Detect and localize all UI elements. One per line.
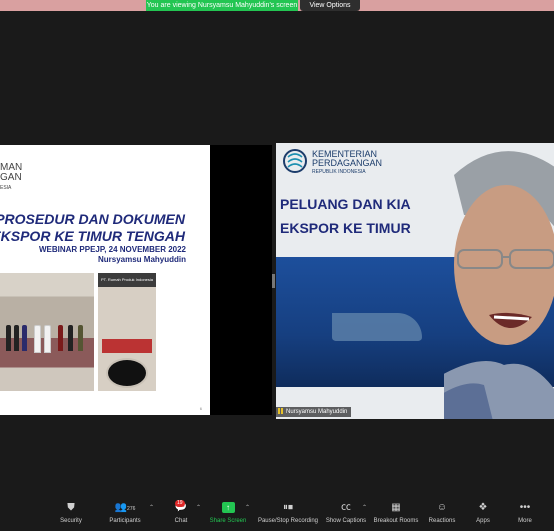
viewing-indicator: You are viewing Nursyamsu Mahyuddin's sc… (146, 0, 298, 11)
apps-icon: ❖ (478, 502, 488, 513)
slide-logo: MAN GAN ESIA (0, 162, 23, 192)
chevron-up-icon[interactable]: ⌃ (245, 504, 250, 511)
chat-badge: 19 (175, 500, 185, 507)
participants-button[interactable]: 👥276 Participants (104, 502, 146, 525)
pause-stop-recording-button[interactable]: ⏸⏹ Pause/Stop Recording (256, 502, 320, 525)
breakout-rooms-button[interactable]: ▦ Breakout Rooms (372, 502, 420, 525)
participant-video[interactable]: KEMENTERIAN PERDAGANGAN REPUBLIK INDONES… (276, 143, 554, 419)
ministry-logo-icon (283, 149, 307, 173)
chevron-up-icon[interactable]: ⌃ (362, 504, 367, 511)
chat-button[interactable]: 💬 19 Chat (168, 500, 194, 525)
meeting-toolbar: ⛊ Security 👥276 Participants ⌃ 💬 19 Chat … (0, 494, 554, 531)
chevron-up-icon[interactable]: ⌃ (196, 504, 201, 511)
more-icon: ••• (519, 502, 531, 513)
security-button[interactable]: ⛊ Security (56, 502, 86, 525)
slide-title: PROSEDUR DAN DOKUMEN EKSPOR KE TIMUR TEN… (0, 211, 185, 244)
slide-subtitle: WEBINAR PPEJP, 24 NOVEMBER 2022 Nursyams… (38, 245, 186, 264)
share-screen-button[interactable]: ↑ Share Screen (206, 502, 250, 525)
breakout-rooms-icon: ▦ (391, 502, 401, 513)
background-text-2: EKSPOR KE TIMUR (280, 220, 411, 236)
letterbox (210, 145, 272, 415)
shared-slide: MAN GAN ESIA PROSEDUR DAN DOKUMEN EKSPOR… (0, 145, 210, 415)
apps-button[interactable]: ❖ Apps (472, 502, 494, 525)
view-options-button[interactable]: View Options (300, 0, 360, 11)
slide-page-number: 6 (199, 406, 202, 411)
signal-bars-icon (278, 408, 284, 414)
group-photo (0, 273, 94, 391)
split-view-divider[interactable] (272, 274, 275, 288)
reactions-icon: ☺ (436, 502, 448, 513)
shield-icon: ⛊ (67, 502, 75, 513)
reactions-button[interactable]: ☺ Reactions (426, 502, 458, 525)
share-arrow-icon: ↑ (221, 502, 235, 513)
participants-icon: 👥276 (114, 502, 136, 513)
top-banner: You are viewing Nursyamsu Mahyuddin's sc… (0, 0, 554, 11)
ministry-name: KEMENTERIAN PERDAGANGAN REPUBLIK INDONES… (312, 149, 383, 176)
presenter-image (444, 151, 554, 419)
booth-photo: PT. Rumah Produk Indonesia (98, 273, 156, 391)
pause-stop-icon: ⏸⏹ (283, 502, 293, 513)
more-button[interactable]: ••• More (514, 502, 536, 525)
meeting-stage: MAN GAN ESIA PROSEDUR DAN DOKUMEN EKSPOR… (0, 11, 554, 494)
participant-name-tag: Nursyamsu Mahyuddin (276, 407, 352, 417)
background-text-1: PELUANG DAN KIA (280, 196, 411, 212)
chevron-up-icon[interactable]: ⌃ (149, 504, 154, 511)
chat-icon: 💬 19 (174, 500, 188, 513)
